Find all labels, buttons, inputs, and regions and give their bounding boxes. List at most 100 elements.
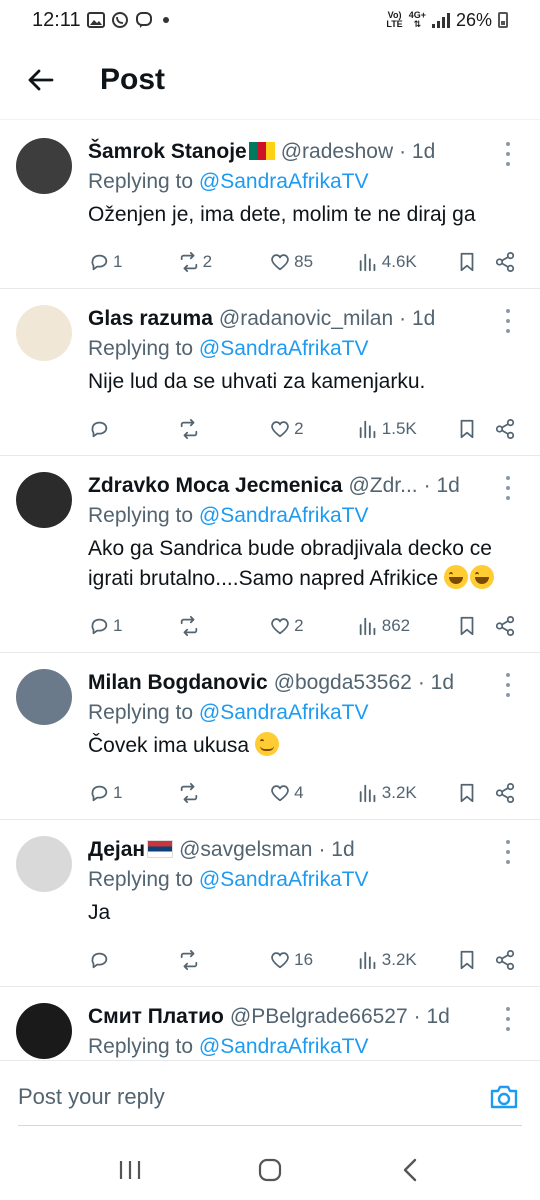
reply-feed: Šamrok Stanoje @radeshow · 1d Replying to @… xyxy=(0,122,540,1060)
analytics-icon xyxy=(359,617,376,636)
bookmark-button[interactable] xyxy=(456,418,494,440)
like-button[interactable]: 85 xyxy=(269,251,357,273)
timestamp: · 1d xyxy=(399,307,436,330)
more-options-button[interactable] xyxy=(498,309,518,333)
author-name[interactable]: Milan Bogdanovic xyxy=(88,669,268,697)
reply-button[interactable] xyxy=(88,949,178,971)
tweet-text: Ja xyxy=(88,901,111,924)
author-name[interactable]: Zdravko Moca Jecmenica xyxy=(88,472,342,500)
share-button[interactable] xyxy=(494,418,524,440)
tweet-reply[interactable]: Milan Bogdanovic @bogda53562 · 1d Replying … xyxy=(0,653,540,820)
more-options-button[interactable] xyxy=(498,476,518,500)
retweet-button[interactable] xyxy=(178,949,270,971)
reply-button[interactable]: 1 xyxy=(88,615,178,637)
bookmark-button[interactable] xyxy=(456,782,494,804)
share-button[interactable] xyxy=(494,251,524,273)
back-nav-button[interactable] xyxy=(380,1145,440,1195)
share-button[interactable] xyxy=(494,615,524,637)
reply-button[interactable]: 1 xyxy=(88,251,178,273)
mention-link[interactable]: @SandraAfrikaTV xyxy=(199,337,369,360)
retweet-button[interactable] xyxy=(178,418,270,440)
volte-icon: Vo) LTE xyxy=(386,10,403,29)
retweet-button[interactable] xyxy=(178,615,270,637)
views-button[interactable]: 3.2K xyxy=(357,782,457,804)
winking-emoji-icon xyxy=(254,732,279,756)
avatar[interactable] xyxy=(16,1003,72,1059)
reply-icon xyxy=(91,618,108,635)
author-handle[interactable]: @savgelsman xyxy=(179,836,312,864)
bookmark-icon xyxy=(460,419,474,439)
more-options-button[interactable] xyxy=(498,1007,518,1031)
author-name[interactable]: Смит Платио xyxy=(88,1003,224,1031)
bookmark-button[interactable] xyxy=(456,615,494,637)
avatar[interactable] xyxy=(16,138,72,194)
reply-button[interactable]: 1 xyxy=(88,782,178,804)
clock: 12:11 xyxy=(32,8,81,31)
tweet-reply[interactable]: Šamrok Stanoje @radeshow · 1d Replying to @… xyxy=(0,122,540,289)
views-button[interactable]: 3.2K xyxy=(357,949,457,971)
avatar[interactable] xyxy=(16,472,72,528)
author-handle[interactable]: @radeshow xyxy=(281,138,393,166)
heart-icon xyxy=(271,254,290,271)
like-button[interactable]: 4 xyxy=(269,782,357,804)
author-handle[interactable]: @PBelgrade66527 xyxy=(230,1003,408,1031)
timestamp: · 1d xyxy=(417,671,454,694)
views-button[interactable]: 1.5K xyxy=(357,418,457,440)
author-handle[interactable]: @bogda53562 xyxy=(274,669,412,697)
share-icon xyxy=(496,615,515,637)
system-nav-bar xyxy=(0,1140,540,1200)
tweet-reply[interactable]: Дејан @savgelsman · 1d Replying to @SandraA… xyxy=(0,820,540,987)
views-button[interactable]: 862 xyxy=(357,615,457,637)
timestamp: · 1d xyxy=(399,140,436,163)
more-options-button[interactable] xyxy=(498,840,518,864)
tweet-text: Ako ga Sandrica bude obradjivala decko c… xyxy=(88,534,524,594)
retweet-button[interactable] xyxy=(178,782,270,804)
share-button[interactable] xyxy=(494,782,524,804)
tweet-reply[interactable]: Смит Платио @PBelgrade66527 · 1d Replying t… xyxy=(0,987,540,1060)
bookmark-button[interactable] xyxy=(456,949,494,971)
views-button[interactable]: 4.6K xyxy=(357,251,457,273)
like-button[interactable]: 2 xyxy=(269,418,357,440)
data-icon: 4G+ ⇅ xyxy=(408,10,426,29)
avatar[interactable] xyxy=(16,669,72,725)
heart-icon xyxy=(271,952,290,969)
mention-link[interactable]: @SandraAfrikaTV xyxy=(199,1035,369,1058)
share-button[interactable] xyxy=(494,949,524,971)
cameroon-flag-icon xyxy=(248,142,275,160)
header: Post xyxy=(0,40,540,120)
author-name[interactable]: Glas razuma xyxy=(88,305,213,333)
more-options-button[interactable] xyxy=(498,142,518,166)
more-options-button[interactable] xyxy=(498,673,518,697)
mention-link[interactable]: @SandraAfrikaTV xyxy=(199,868,369,891)
notification-dot-icon xyxy=(162,17,169,23)
camera-button[interactable] xyxy=(486,1079,522,1115)
reply-button[interactable] xyxy=(88,418,178,440)
like-button[interactable]: 16 xyxy=(269,949,357,971)
tweet-reply[interactable]: Zdravko Moca Jecmenica @Zdr... · 1d Replyin… xyxy=(0,456,540,653)
avatar[interactable] xyxy=(16,305,72,361)
bookmark-button[interactable] xyxy=(456,251,494,273)
recents-button[interactable] xyxy=(100,1145,160,1195)
retweet-button[interactable]: 2 xyxy=(178,251,270,273)
avatar[interactable] xyxy=(16,836,72,892)
author-handle[interactable]: @radanovic_milan xyxy=(219,305,393,333)
like-button[interactable]: 2 xyxy=(269,615,357,637)
reply-icon xyxy=(91,785,108,802)
author-handle[interactable]: @Zdr... xyxy=(348,472,417,500)
tweet-actions: 1 2 85 4.6K xyxy=(88,236,524,288)
analytics-icon xyxy=(359,951,376,970)
mention-link[interactable]: @SandraAfrikaTV xyxy=(199,701,369,724)
retweet-icon xyxy=(180,418,197,440)
author-name[interactable]: Šamrok Stanoje xyxy=(88,138,275,166)
more-icon xyxy=(506,1007,510,1011)
author-name[interactable]: Дејан xyxy=(88,836,174,864)
replying-to: Replying to @SandraAfrikaTV xyxy=(88,504,369,527)
home-button[interactable] xyxy=(240,1145,300,1195)
arrow-left-icon xyxy=(28,69,54,90)
mention-link[interactable]: @SandraAfrikaTV xyxy=(199,170,369,193)
mention-link[interactable]: @SandraAfrikaTV xyxy=(199,504,369,527)
tweet-reply[interactable]: Glas razuma @radanovic_milan · 1d Replying … xyxy=(0,289,540,456)
reply-input[interactable]: Post your reply xyxy=(18,1084,486,1118)
back-button[interactable] xyxy=(10,50,70,110)
tweet-text: Nije lud da se uhvati za kamenjarku. xyxy=(88,370,426,393)
